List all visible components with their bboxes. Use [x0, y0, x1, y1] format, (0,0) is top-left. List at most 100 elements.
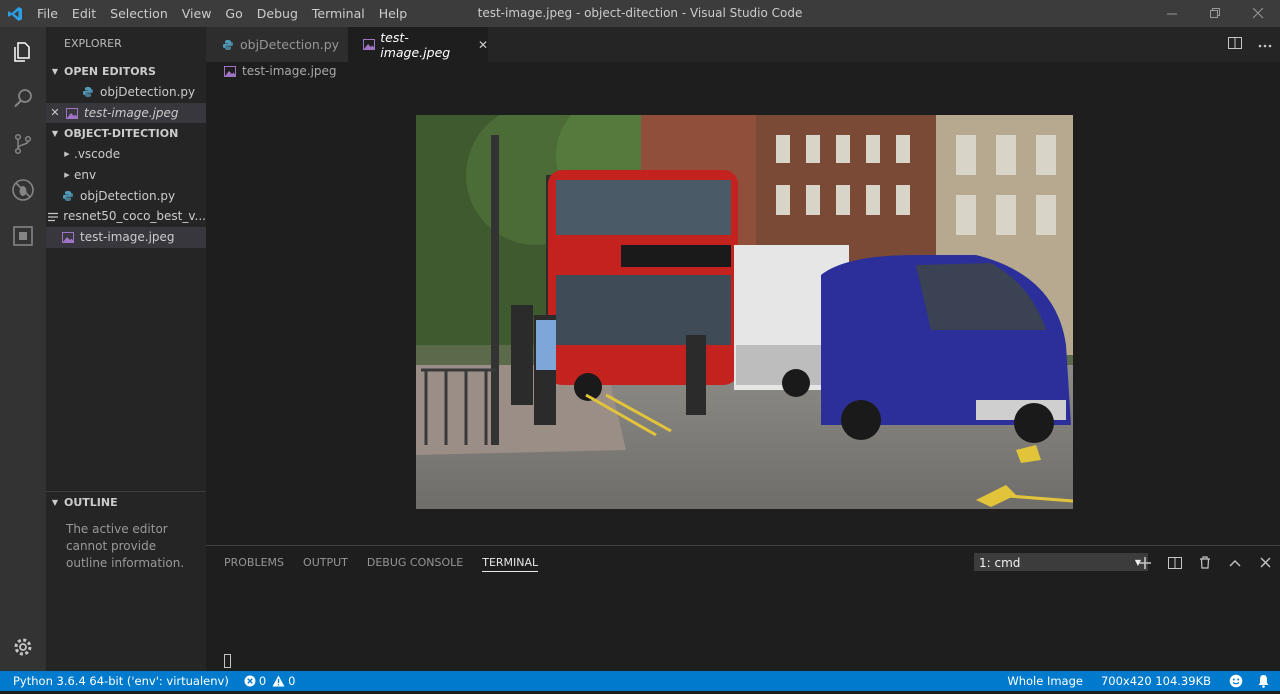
- explorer-header: EXPLORER: [64, 37, 122, 50]
- close-panel-icon[interactable]: [1250, 557, 1280, 568]
- chevron-right-icon: ▶: [64, 150, 70, 159]
- python-file-icon: [220, 39, 236, 51]
- tab-problems[interactable]: PROBLEMS: [224, 554, 284, 571]
- image-preview: [416, 115, 1073, 509]
- trash-icon[interactable]: [1190, 556, 1220, 569]
- explorer-sidebar: EXPLORER ▼ OPEN EDITORS objDetection.py …: [46, 27, 206, 671]
- open-editor-label: objDetection.py: [100, 85, 196, 99]
- python-file-icon: [60, 190, 76, 202]
- menu-debug[interactable]: Debug: [250, 0, 305, 27]
- image-size-status: 700x420 104.39KB: [1100, 674, 1211, 688]
- menu-edit[interactable]: Edit: [65, 0, 103, 27]
- terminal-select-value: 1: cmd: [979, 556, 1021, 570]
- error-icon: [244, 675, 256, 687]
- outline-section: ▼ OUTLINE The active editor cannot provi…: [46, 491, 206, 580]
- feedback-smiley-icon[interactable]: [1222, 674, 1250, 688]
- search-icon[interactable]: [0, 75, 46, 121]
- open-editors-section[interactable]: ▼ OPEN EDITORS: [46, 61, 206, 82]
- breadcrumb-label: test-image.jpeg: [242, 64, 337, 78]
- close-icon[interactable]: ✕: [46, 103, 64, 124]
- outline-label: OUTLINE: [64, 496, 118, 509]
- panel-tabs: PROBLEMS OUTPUT DEBUG CONSOLE TERMINAL: [224, 546, 557, 579]
- menu-view[interactable]: View: [175, 0, 219, 27]
- tree-item-label: .vscode: [74, 147, 121, 162]
- source-control-icon[interactable]: [0, 121, 46, 167]
- debug-icon[interactable]: [0, 167, 46, 213]
- tab-terminal[interactable]: TERMINAL: [482, 554, 539, 572]
- tab-test-image[interactable]: test-image.jpeg ✕: [348, 27, 488, 62]
- tab-debug-console[interactable]: DEBUG CONSOLE: [367, 554, 463, 571]
- tab-label: objDetection.py: [240, 37, 340, 52]
- chevron-down-icon: ▼: [51, 129, 59, 139]
- bottom-panel: PROBLEMS OUTPUT DEBUG CONSOLE TERMINAL 1…: [206, 545, 1280, 672]
- gear-icon[interactable]: [0, 624, 46, 670]
- close-icon[interactable]: ✕: [478, 38, 488, 52]
- vscode-logo-icon: [0, 0, 30, 27]
- tree-item[interactable]: ▶ env: [46, 165, 206, 186]
- folder-label: OBJECT-DITECTION: [64, 127, 179, 141]
- activity-bar: [0, 27, 46, 671]
- menu-terminal[interactable]: Terminal: [305, 0, 372, 27]
- chevron-down-icon: ▼: [51, 67, 59, 76]
- split-editor-icon[interactable]: [1220, 36, 1250, 53]
- menu-file[interactable]: File: [30, 0, 65, 27]
- outline-header[interactable]: ▼ OUTLINE: [46, 492, 206, 513]
- menu-bar: File Edit Selection View Go Debug Termin…: [30, 0, 414, 27]
- editor-tabs: objDetection.py test-image.jpeg ✕: [206, 27, 1280, 62]
- window-controls: [1151, 0, 1280, 27]
- tree-item[interactable]: objDetection.py: [46, 186, 206, 207]
- tree-item-label: test-image.jpeg: [80, 230, 175, 245]
- tree-item[interactable]: test-image.jpeg: [46, 227, 206, 248]
- problems-indicator[interactable]: 0 0: [236, 674, 303, 688]
- menu-help[interactable]: Help: [372, 0, 415, 27]
- zoom-status[interactable]: Whole Image: [1000, 674, 1094, 688]
- tree-item-label: objDetection.py: [80, 188, 176, 203]
- explorer-icon[interactable]: [0, 29, 46, 75]
- title-bar: File Edit Selection View Go Debug Termin…: [0, 0, 1280, 27]
- warning-count: 0: [288, 674, 296, 688]
- minimize-icon: [1167, 13, 1177, 15]
- open-editor-label: test-image.jpeg: [84, 105, 179, 120]
- menu-selection[interactable]: Selection: [103, 0, 175, 27]
- tab-objdetection[interactable]: objDetection.py: [206, 27, 348, 62]
- error-count: 0: [258, 674, 267, 688]
- extensions-icon[interactable]: [0, 213, 46, 259]
- tab-label: test-image.jpeg: [380, 29, 451, 60]
- image-file-icon: [64, 107, 80, 119]
- restore-icon: [1210, 8, 1220, 18]
- image-file-icon: [60, 231, 76, 243]
- status-bar: Python 3.6.4 64-bit ('env': virtualenv) …: [0, 671, 1280, 691]
- minimize-button[interactable]: [1151, 0, 1194, 27]
- text-file-icon: [47, 212, 59, 222]
- status-right: Whole Image 700x420 104.39KB: [1000, 671, 1280, 691]
- terminal-select[interactable]: 1: cmd ▼: [974, 553, 1148, 571]
- folder-section[interactable]: ▼ OBJECT-DITECTION: [46, 123, 206, 144]
- maximize-panel-icon[interactable]: [1220, 559, 1250, 567]
- breadcrumb[interactable]: test-image.jpeg: [222, 62, 337, 80]
- tree-item-label: env: [74, 168, 97, 183]
- outline-message: The active editor cannot provide outline…: [66, 522, 185, 570]
- open-editor-item[interactable]: objDetection.py: [46, 82, 206, 103]
- close-window-button[interactable]: [1237, 0, 1280, 27]
- tab-output[interactable]: OUTPUT: [303, 554, 348, 571]
- restore-button[interactable]: [1194, 0, 1237, 27]
- image-file-icon: [222, 65, 238, 77]
- new-terminal-icon[interactable]: [1130, 556, 1160, 569]
- chevron-down-icon: ▼: [51, 498, 59, 507]
- tree-item[interactable]: resnet50_coco_best_v...: [46, 206, 206, 227]
- close-icon: [1253, 8, 1264, 19]
- tree-item-label: resnet50_coco_best_v...: [63, 209, 206, 224]
- open-editors-label: OPEN EDITORS: [64, 65, 156, 78]
- panel-actions: [1130, 546, 1280, 579]
- chevron-right-icon: ▶: [64, 171, 70, 180]
- python-file-icon: [80, 86, 96, 98]
- warning-icon: [272, 675, 285, 687]
- split-terminal-icon[interactable]: [1160, 556, 1190, 569]
- open-editor-item[interactable]: ✕ test-image.jpeg: [46, 102, 206, 124]
- menu-go[interactable]: Go: [218, 0, 249, 27]
- bell-icon[interactable]: [1250, 674, 1280, 688]
- python-interpreter[interactable]: Python 3.6.4 64-bit ('env': virtualenv): [0, 674, 236, 688]
- tree-item[interactable]: ▶ .vscode: [46, 144, 206, 165]
- more-actions-icon[interactable]: [1250, 37, 1280, 52]
- terminal-cursor[interactable]: [224, 654, 231, 668]
